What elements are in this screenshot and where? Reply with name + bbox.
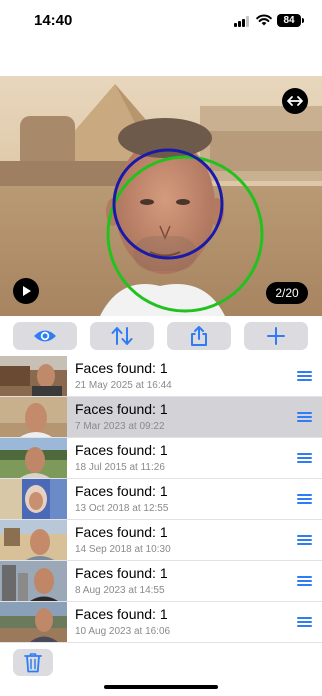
photo-thumbnail <box>0 561 67 601</box>
toolbar <box>0 322 322 350</box>
photo-list: Faces found: 1 21 May 2025 at 16:44 Face… <box>0 356 322 643</box>
resize-button[interactable] <box>282 88 308 114</box>
item-title: Faces found: 1 <box>75 442 168 458</box>
delete-button[interactable] <box>13 649 53 676</box>
item-date: 10 Aug 2023 at 16:06 <box>75 626 171 637</box>
item-title: Faces found: 1 <box>75 360 168 376</box>
list-item[interactable]: Faces found: 1 8 Aug 2023 at 14:55 <box>0 561 322 602</box>
play-button[interactable] <box>13 278 39 304</box>
photo-thumbnail <box>0 356 67 396</box>
photo-viewer[interactable]: 2/20 <box>0 76 322 316</box>
play-icon <box>23 286 31 296</box>
item-title: Faces found: 1 <box>75 606 168 622</box>
cellular-signal-icon <box>234 16 251 27</box>
plus-icon <box>267 327 285 345</box>
drag-handle-icon[interactable] <box>297 494 312 504</box>
status-bar: 14:40 84 <box>0 0 322 44</box>
photo-thumbnail <box>0 397 67 437</box>
wifi-icon <box>256 14 272 26</box>
list-item[interactable]: Faces found: 1 13 Oct 2018 at 12:55 <box>0 479 322 520</box>
list-item[interactable]: Faces found: 1 14 Sep 2018 at 10:30 <box>0 520 322 561</box>
item-title: Faces found: 1 <box>75 524 168 540</box>
item-title: Faces found: 1 <box>75 401 168 417</box>
item-date: 14 Sep 2018 at 10:30 <box>75 544 171 555</box>
drag-handle-icon[interactable] <box>297 617 312 627</box>
list-item[interactable]: Faces found: 1 21 May 2025 at 16:44 <box>0 356 322 397</box>
sort-arrows-icon <box>111 327 133 345</box>
eye-icon <box>34 330 56 342</box>
item-date: 21 May 2025 at 16:44 <box>75 380 172 391</box>
arrows-left-right-icon <box>287 96 303 106</box>
main-photo <box>0 76 322 316</box>
item-date: 13 Oct 2018 at 12:55 <box>75 503 169 514</box>
drag-handle-icon[interactable] <box>297 371 312 381</box>
home-indicator <box>104 685 218 689</box>
page-indicator: 2/20 <box>266 282 308 304</box>
drag-handle-icon[interactable] <box>297 412 312 422</box>
item-title: Faces found: 1 <box>75 483 168 499</box>
list-item[interactable]: Faces found: 1 18 Jul 2015 at 11:26 <box>0 438 322 479</box>
sort-button[interactable] <box>90 322 154 350</box>
item-title: Faces found: 1 <box>75 565 168 581</box>
share-button[interactable] <box>167 322 231 350</box>
photo-thumbnail <box>0 438 67 478</box>
item-date: 7 Mar 2023 at 09:22 <box>75 421 165 432</box>
status-time: 14:40 <box>34 12 73 29</box>
battery-indicator: 84 <box>277 14 304 27</box>
photo-thumbnail <box>0 602 67 642</box>
toggle-visibility-button[interactable] <box>13 322 77 350</box>
drag-handle-icon[interactable] <box>297 576 312 586</box>
item-date: 8 Aug 2023 at 14:55 <box>75 585 165 596</box>
trash-icon <box>24 653 42 673</box>
drag-handle-icon[interactable] <box>297 535 312 545</box>
item-date: 18 Jul 2015 at 11:26 <box>75 462 165 473</box>
list-item[interactable]: Faces found: 1 7 Mar 2023 at 09:22 <box>0 397 322 438</box>
drag-handle-icon[interactable] <box>297 453 312 463</box>
photo-thumbnail <box>0 520 67 560</box>
share-icon <box>191 326 207 346</box>
add-button[interactable] <box>244 322 308 350</box>
photo-thumbnail <box>0 479 67 519</box>
list-item[interactable]: Faces found: 1 10 Aug 2023 at 16:06 <box>0 602 322 643</box>
